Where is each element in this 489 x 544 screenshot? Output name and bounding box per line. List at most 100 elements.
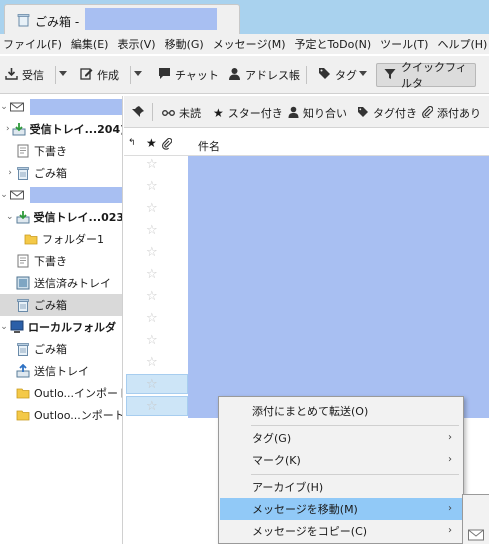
filter-starred[interactable]: ★ スター付き (213, 105, 283, 121)
folder-label: ごみ箱 (34, 299, 67, 312)
menu-item-forward-as-attachment[interactable]: 添付にまとめて転送(O) (220, 400, 462, 422)
menu-item-copy[interactable]: メッセージをコピー(C) › (220, 520, 462, 542)
toolbar-divider (306, 66, 307, 84)
tag-button[interactable]: タグ (318, 65, 357, 85)
star-icon: ★ (213, 106, 224, 120)
write-dropdown-icon[interactable] (134, 71, 142, 76)
account-row[interactable]: ⌄ (0, 184, 122, 206)
menu-file[interactable]: ファイル(F) (0, 36, 65, 52)
star-icon[interactable]: ☆ (146, 400, 160, 414)
menu-item-mark[interactable]: マーク(K) › (220, 449, 462, 471)
expand-icon[interactable]: › (6, 168, 14, 178)
account-row[interactable]: ⌄ (0, 96, 122, 118)
menu-view[interactable]: 表示(V) (114, 36, 158, 52)
filter-attachment[interactable]: 添付あり (422, 105, 481, 121)
star-icon[interactable]: ☆ (146, 290, 160, 304)
menu-events[interactable]: 予定とToDo(N) (292, 36, 375, 52)
redacted-account (30, 187, 122, 203)
menu-item-tag[interactable]: タグ(G) › (220, 427, 462, 449)
account-row[interactable]: ⌄ ローカルフォルダ (0, 316, 122, 338)
filter-icon (384, 68, 396, 83)
collapse-icon[interactable]: ⌄ (0, 190, 8, 200)
filter-divider (152, 103, 153, 121)
redacted-account (30, 99, 122, 115)
trash-icon (16, 298, 30, 312)
folder-item[interactable]: ごみ箱 (0, 338, 122, 360)
redacted-account (85, 8, 217, 30)
folder-label: ごみ箱 (34, 343, 67, 356)
collapse-icon[interactable]: ⌄ (0, 102, 8, 112)
write-button[interactable]: 作成 (80, 65, 119, 85)
collapse-icon[interactable]: ⌄ (6, 212, 14, 222)
menu-item-move[interactable]: メッセージを移動(M) › (220, 498, 462, 520)
star-column-icon[interactable]: ★ (146, 136, 157, 150)
window-tab[interactable]: ごみ箱 - (4, 4, 240, 34)
folder-icon (16, 386, 30, 400)
folder-item[interactable]: › ごみ箱 (0, 162, 122, 184)
get-mail-button[interactable]: 受信 (5, 65, 44, 85)
filter-contacts[interactable]: 知り合い (288, 105, 347, 121)
menu-edit[interactable]: 編集(E) (68, 36, 112, 52)
filter-unread[interactable]: 未読 (162, 105, 201, 121)
window-title: ごみ箱 - (35, 15, 80, 29)
folder-item[interactable]: Outlo...インポート (0, 382, 122, 404)
person-icon (288, 106, 299, 121)
chat-button[interactable]: チャット (158, 65, 219, 85)
star-icon[interactable]: ☆ (146, 334, 160, 348)
download-icon (5, 67, 18, 83)
folder-item-selected[interactable]: ごみ箱 (0, 294, 122, 316)
trash-icon (17, 13, 30, 30)
thread-column-icon[interactable]: ↰ (128, 138, 136, 148)
subject-column-header[interactable]: 件名 (198, 138, 220, 154)
folder-item[interactable]: フォルダー1 (0, 228, 122, 250)
folder-label: フォルダー1 (42, 233, 104, 246)
drafts-icon (16, 254, 30, 268)
folder-item[interactable]: › 受信トレイ...204) (0, 118, 122, 140)
move-submenu[interactable] (462, 494, 489, 544)
menu-item-archive[interactable]: アーカイブ(H) (220, 476, 462, 498)
folder-item[interactable]: ⌄ 受信トレイ...023) (0, 206, 122, 228)
menu-help[interactable]: ヘルプ(H) (434, 36, 489, 52)
folder-item[interactable]: 送信済みトレイ (0, 272, 122, 294)
pin-icon[interactable] (132, 105, 145, 118)
folder-item[interactable]: 下書き (0, 140, 122, 162)
menu-message[interactable]: メッセージ(M) (210, 36, 289, 52)
attachment-column-icon[interactable] (162, 138, 173, 153)
star-icon[interactable]: ☆ (146, 224, 160, 238)
folder-item[interactable]: Outloo...ンポート0 (0, 404, 122, 426)
menu-go[interactable]: 移動(G) (162, 36, 207, 52)
star-icon[interactable]: ☆ (146, 312, 160, 326)
collapse-icon[interactable]: ⌄ (0, 322, 8, 332)
star-icon[interactable]: ☆ (146, 356, 160, 370)
tag-dropdown-icon[interactable] (359, 71, 367, 76)
folder-icon (24, 232, 38, 246)
menu-divider (251, 425, 459, 426)
star-icon[interactable]: ☆ (146, 246, 160, 260)
menu-item-label: 添付にまとめて転送(O) (252, 405, 369, 418)
address-book-button[interactable]: アドレス帳 (228, 65, 300, 85)
folder-label: 下書き (34, 145, 67, 158)
folder-icon (16, 408, 30, 422)
star-icon[interactable]: ☆ (146, 378, 160, 392)
toolbar-divider (130, 66, 131, 84)
menu-bar: ファイル(F) 編集(E) 表示(V) 移動(G) メッセージ(M) 予定とTo… (0, 34, 489, 54)
submenu-arrow-icon: › (448, 503, 452, 514)
get-mail-label: 受信 (22, 69, 44, 82)
folder-item[interactable]: 送信トレイ (0, 360, 122, 382)
star-icon[interactable]: ☆ (146, 158, 160, 172)
star-icon[interactable]: ☆ (146, 180, 160, 194)
star-icon[interactable]: ☆ (146, 268, 160, 282)
folder-pane: ⌄ › 受信トレイ...204) 下書き › ごみ箱 ⌄ ⌄ 受信トレイ...0… (0, 96, 123, 544)
outbox-icon (16, 363, 30, 378)
get-mail-dropdown-icon[interactable] (59, 71, 67, 76)
folder-item[interactable]: 下書き (0, 250, 122, 272)
context-menu: 添付にまとめて転送(O) タグ(G) › マーク(K) › アーカイブ(H) メ… (218, 396, 464, 544)
star-icon[interactable]: ☆ (146, 202, 160, 216)
toolbar-divider (55, 66, 56, 84)
folder-label: 送信済みトレイ (34, 277, 111, 290)
menu-tools[interactable]: ツール(T) (377, 36, 431, 52)
quick-filter-button[interactable]: クイックフィルタ (376, 61, 476, 90)
filter-tagged[interactable]: タグ付き (357, 105, 417, 121)
expand-icon[interactable]: › (6, 124, 10, 134)
quick-filter-bar: 未読 ★ スター付き 知り合い タグ付き 添付あり (124, 96, 489, 128)
